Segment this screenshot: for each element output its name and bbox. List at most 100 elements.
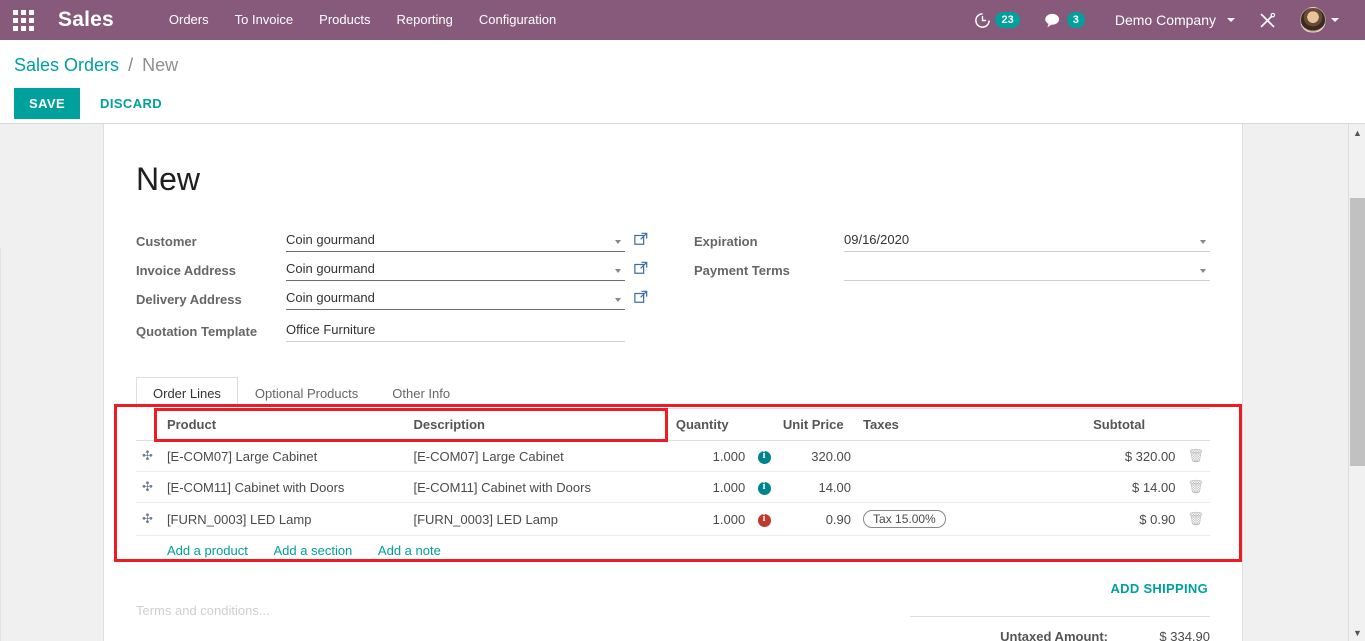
field-quotation-template: Quotation Template Office Furniture [136,314,652,342]
form-fields-group: Customer Coin gourmand Invoice Address C… [136,224,1210,442]
table-row[interactable]: ✣ [E-COM07] Large Cabinet [E-COM07] Larg… [136,440,1210,472]
breadcrumb-sales-orders[interactable]: Sales Orders [14,55,119,75]
quotation-template-value: Office Furniture [286,322,376,337]
info-icon[interactable] [757,513,771,527]
column-handle [136,409,161,441]
chevron-down-icon[interactable] [615,240,621,244]
drag-handle-icon[interactable]: ✣ [142,511,153,527]
chevron-down-icon[interactable] [1200,269,1206,273]
row-drag-cell[interactable]: ✣ [136,471,161,503]
row-taxes[interactable] [857,440,1088,472]
apps-menu-toggle[interactable] [0,0,46,40]
chevron-down-icon[interactable] [1200,240,1206,244]
top-navbar: Sales Orders To Invoice Products Reporti… [0,0,1365,40]
drag-handle-icon[interactable]: ✣ [142,448,153,464]
tab-optional-products[interactable]: Optional Products [238,377,375,409]
table-header-row: Product Description Quantity Unit Price … [136,409,1210,441]
activities-menu[interactable]: 23 [962,0,1031,40]
drag-handle-icon[interactable]: ✣ [142,479,153,495]
order-lines-table: Product Description Quantity Unit Price … [136,409,1210,565]
payment-terms-input[interactable] [844,260,1210,281]
user-menu[interactable] [1288,0,1351,40]
company-switcher[interactable]: Demo Company [1097,0,1247,40]
vertical-scrollbar[interactable]: ▲ ▼ [1348,124,1365,641]
add-a-section-link[interactable]: Add a section [274,543,353,558]
row-delete-cell[interactable]: 🗑 [1181,471,1210,503]
expiration-input[interactable]: 09/16/2020 [844,231,1210,252]
row-drag-cell[interactable]: ✣ [136,440,161,472]
tab-order-lines[interactable]: Order Lines [136,377,238,409]
trash-icon[interactable]: 🗑 [1187,511,1204,526]
app-brand-sales[interactable]: Sales [58,8,114,32]
chevron-down-icon[interactable] [615,269,621,273]
scroll-up-button[interactable]: ▲ [1349,124,1365,141]
delivery-address-input[interactable]: Coin gourmand [286,289,625,310]
column-unit-price: Unit Price [776,409,858,441]
external-link-icon [634,261,648,274]
menu-item-configuration[interactable]: Configuration [466,0,569,40]
order-lines-header: Product Description Quantity Unit Price … [136,409,1210,441]
chevron-down-icon[interactable] [615,298,621,302]
menu-item-orders[interactable]: Orders [156,0,222,40]
column-delete [1181,409,1210,441]
row-description[interactable]: [E-COM07] Large Cabinet [407,440,670,472]
invoice-address-input[interactable]: Coin gourmand [286,260,625,281]
field-label-payment-terms: Payment Terms [694,263,790,278]
row-quantity[interactable]: 1.000 [669,440,752,472]
user-avatar [1300,7,1326,33]
field-invoice-address: Invoice Address Coin gourmand [136,253,652,281]
invoice-address-open-record-button[interactable] [634,261,652,280]
discard-button[interactable]: DISCARD [86,88,176,119]
trash-icon[interactable]: 🗑 [1187,479,1204,494]
systray: 23 3 Demo Company [962,0,1365,40]
menu-item-products[interactable]: Products [306,0,383,40]
row-unit-price[interactable]: 14.00 [776,471,858,503]
tax-badge[interactable]: Tax 15.00% [863,510,946,528]
field-label-delivery-address: Delivery Address [136,292,242,307]
save-button[interactable]: SAVE [14,88,81,119]
row-subtotal: $ 0.90 [1087,502,1182,536]
row-description[interactable]: [FURN_0003] LED Lamp [407,502,670,536]
form-sheet: New Customer Coin gourmand Invoice Addre… [103,124,1243,641]
row-product[interactable]: [FURN_0003] LED Lamp [160,502,408,536]
info-icon[interactable] [757,450,771,464]
messaging-menu[interactable]: 3 [1032,0,1097,40]
quotation-template-input[interactable]: Office Furniture [286,321,625,342]
scrollbar-thumb[interactable] [1350,198,1365,466]
row-delete-cell[interactable]: 🗑 [1181,502,1210,536]
customer-open-record-button[interactable] [634,232,652,251]
customer-input[interactable]: Coin gourmand [286,231,625,252]
add-shipping-button[interactable]: ADD SHIPPING [1108,577,1210,600]
record-action-buttons: SAVE DISCARD [14,88,176,119]
row-product[interactable]: [E-COM07] Large Cabinet [160,440,408,472]
row-quantity[interactable]: 1.000 [669,502,752,536]
row-delete-cell[interactable]: 🗑 [1181,440,1210,472]
row-taxes-cell[interactable]: Tax 15.00% [857,502,1088,536]
column-info [751,409,777,441]
row-description[interactable]: [E-COM11] Cabinet with Doors [407,471,670,503]
totals-section: ADD SHIPPING Untaxed Amount: $ 334.90 [910,577,1210,641]
table-row[interactable]: ✣ [FURN_0003] LED Lamp [FURN_0003] LED L… [136,502,1210,536]
add-a-product-link[interactable]: Add a product [167,543,248,558]
totals-table: Untaxed Amount: $ 334.90 [910,616,1210,641]
terms-and-conditions-input[interactable]: Terms and conditions... [136,603,727,618]
row-info-cell [751,440,777,472]
trash-icon[interactable]: 🗑 [1187,448,1204,463]
info-icon[interactable] [757,481,771,495]
delivery-address-open-record-button[interactable] [634,290,652,309]
row-taxes[interactable] [857,471,1088,503]
row-unit-price[interactable]: 320.00 [776,440,858,472]
menu-item-reporting[interactable]: Reporting [383,0,465,40]
row-drag-cell[interactable]: ✣ [136,502,161,536]
row-quantity[interactable]: 1.000 [669,471,752,503]
table-row[interactable]: ✣ [E-COM11] Cabinet with Doors [E-COM11]… [136,471,1210,503]
row-unit-price[interactable]: 0.90 [776,502,858,536]
row-product[interactable]: [E-COM11] Cabinet with Doors [160,471,408,503]
scroll-down-button[interactable]: ▼ [1349,624,1365,641]
menu-item-to-invoice[interactable]: To Invoice [222,0,307,40]
add-a-note-link[interactable]: Add a note [378,543,441,558]
tab-other-info[interactable]: Other Info [375,377,467,409]
main-menu: Orders To Invoice Products Reporting Con… [156,0,569,40]
chevron-down-icon [1331,18,1339,22]
debug-menu[interactable] [1247,0,1288,40]
